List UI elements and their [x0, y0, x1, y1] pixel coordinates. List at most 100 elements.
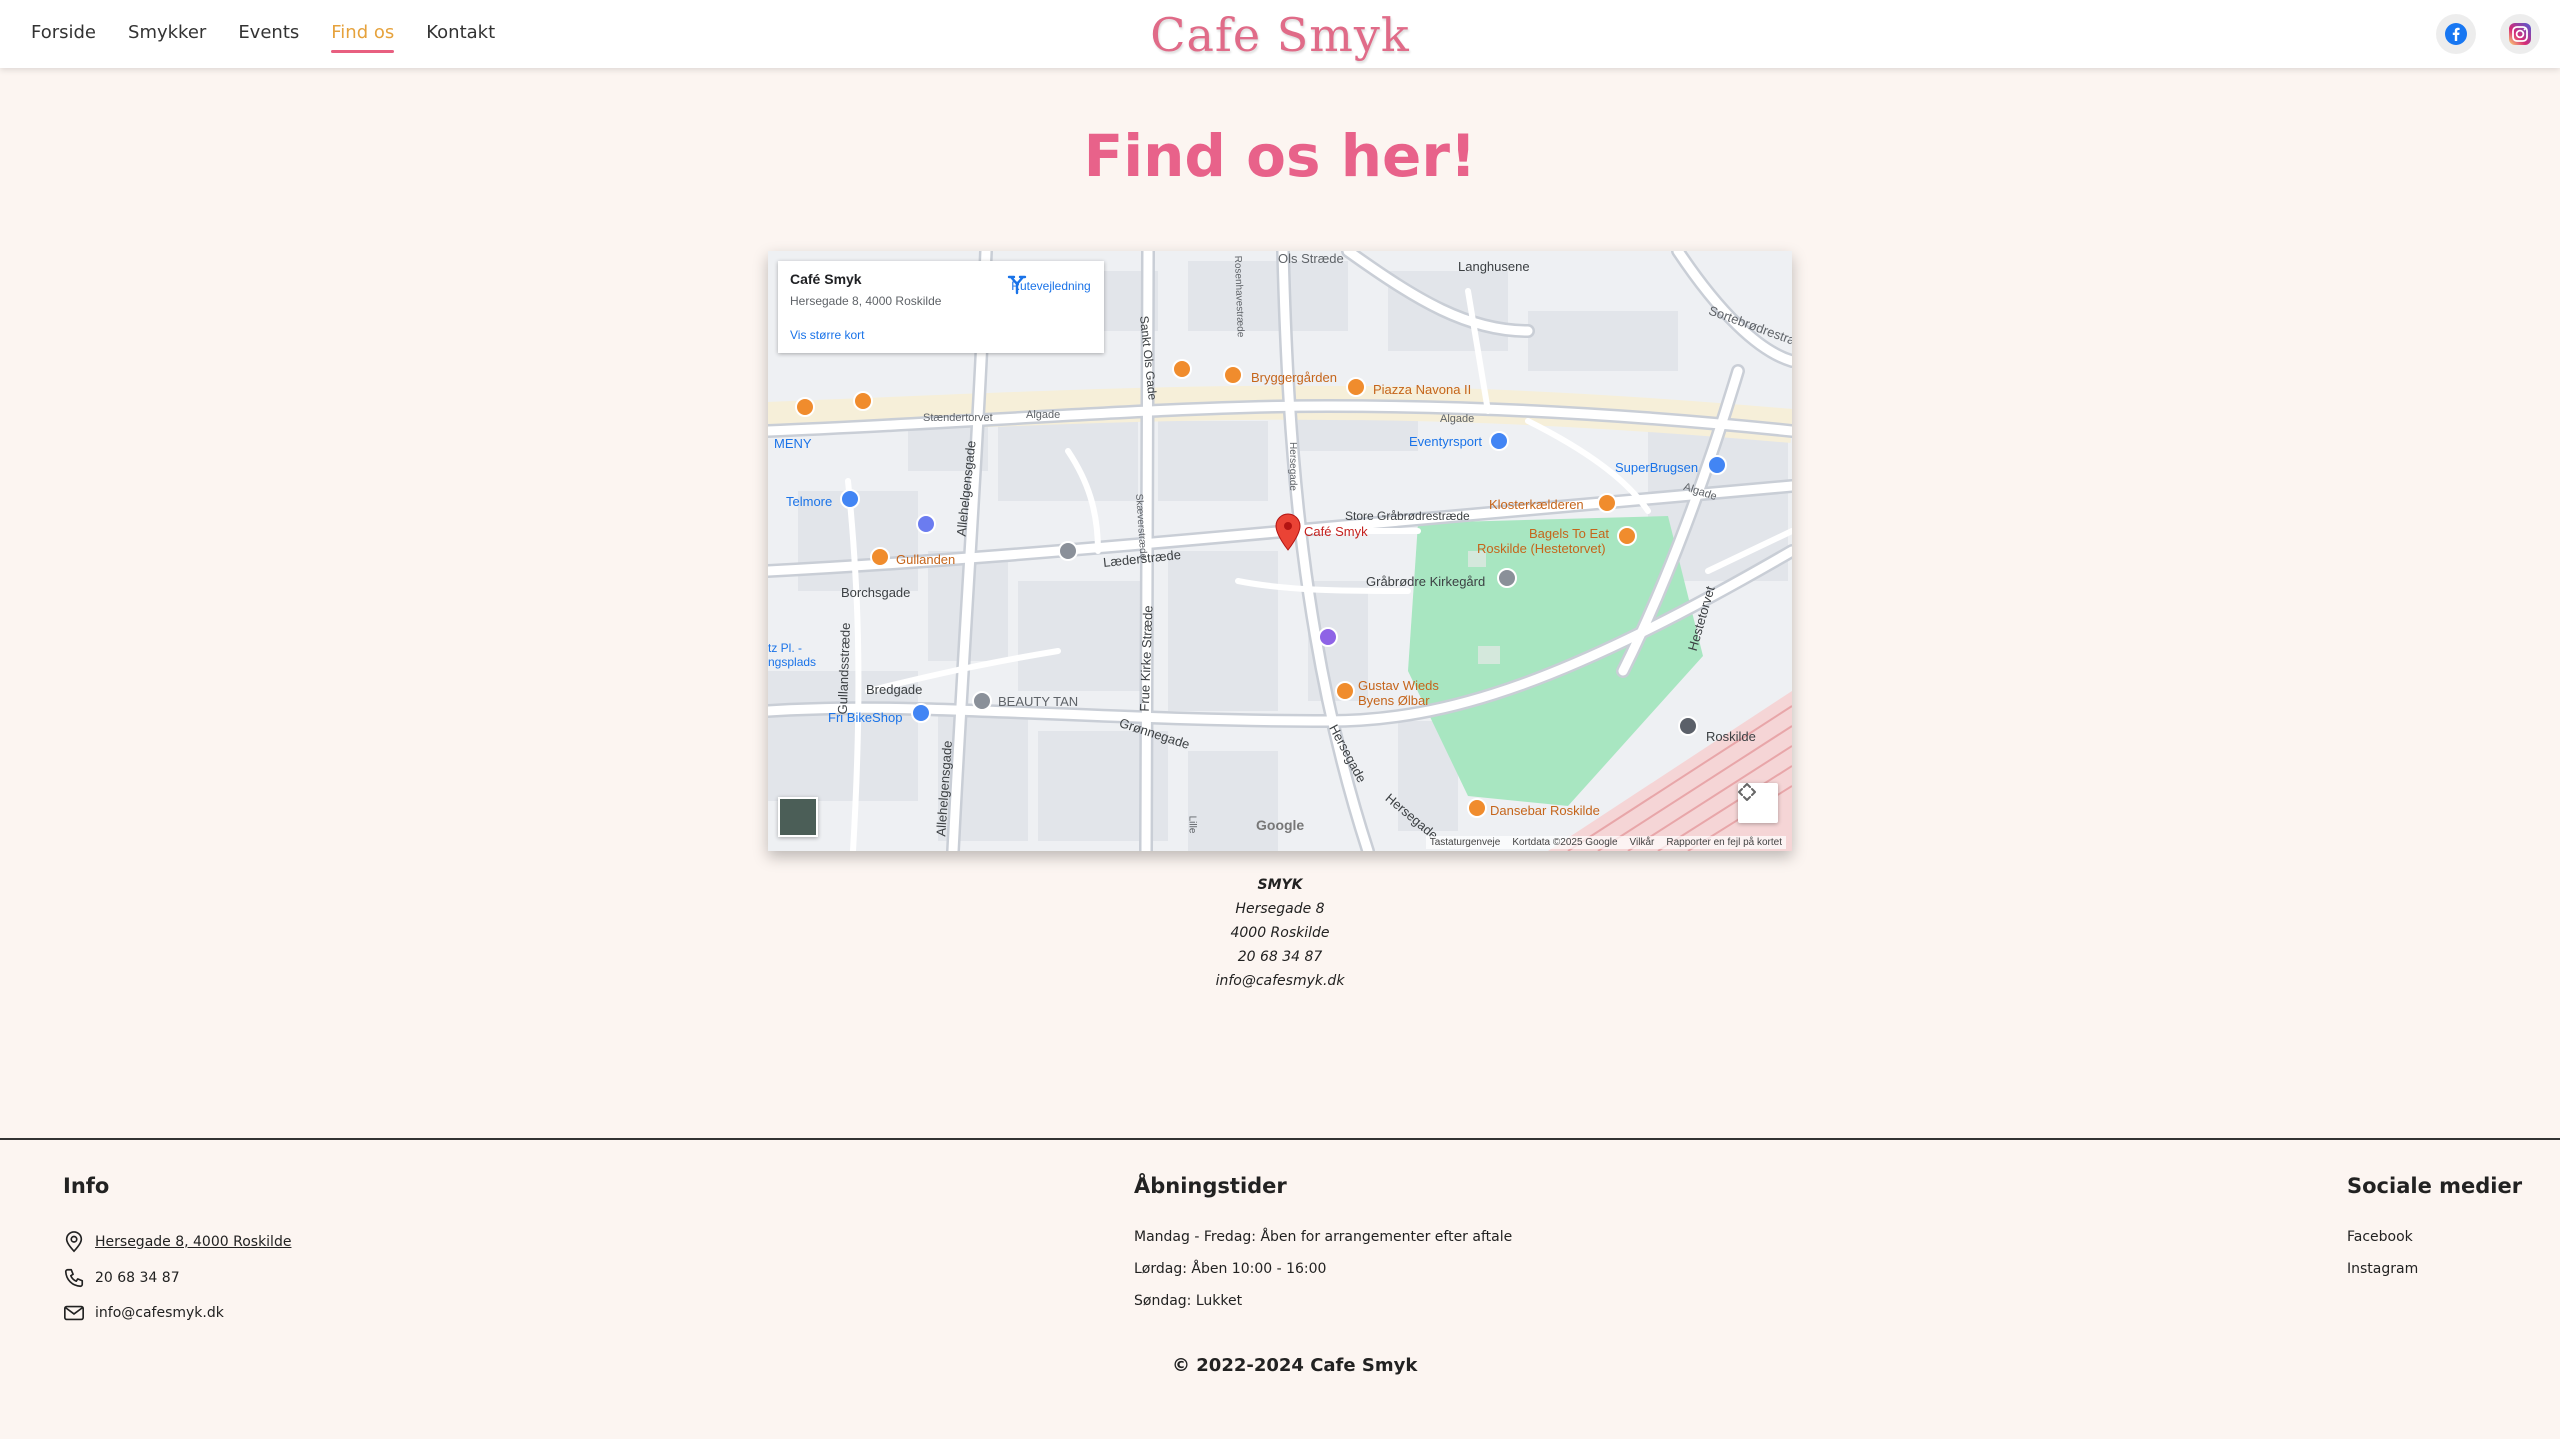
restaurant-pin-icon[interactable] — [1223, 365, 1243, 385]
map-label: Telmore — [786, 494, 833, 509]
map-label: Algade — [1440, 413, 1475, 425]
mail-icon — [64, 1305, 84, 1321]
nav-kontakt[interactable]: Kontakt — [426, 22, 495, 47]
bar-pin-icon[interactable] — [1467, 798, 1487, 818]
footer-hours-heading: Åbningstider — [1134, 1174, 1287, 1198]
map-label: Gråbrødre Kirkegård — [1366, 574, 1486, 589]
footer-social-heading: Sociale medier — [2347, 1174, 2523, 1198]
map-data-text: Kortdata ©2025 Google — [1512, 837, 1618, 848]
header-social — [2436, 14, 2540, 54]
shop-pin-icon[interactable] — [840, 489, 860, 509]
address-street: Hersegade 8 — [1235, 901, 1325, 917]
google-logo: Google — [1256, 817, 1305, 833]
cafe-pin-icon[interactable] — [1172, 359, 1192, 379]
phone-icon — [64, 1268, 84, 1288]
nav-smykker[interactable]: Smykker — [128, 22, 206, 47]
map-label: Stændertorvet — [923, 412, 993, 424]
map-label: Roskilde — [1706, 729, 1756, 744]
map-label: Dansebar Roskilde — [1490, 803, 1600, 818]
map-label: Gullandsstræde — [834, 622, 853, 715]
map-label: MENY — [774, 436, 812, 451]
shop-pin-icon[interactable] — [911, 703, 931, 723]
address-email: info@cafesmyk.dk — [1215, 973, 1345, 989]
copyright: © 2022-2024 Cafe Smyk — [1172, 1355, 1418, 1376]
restaurant-pin-icon[interactable] — [1346, 377, 1366, 397]
restaurant-pin-icon[interactable] — [795, 397, 815, 417]
map-label: Byens Ølbar — [1358, 693, 1430, 708]
nav-find-os[interactable]: Find os — [331, 22, 395, 53]
embedded-map[interactable]: Ols Stræde Langhusene Sortebrødrestræde … — [768, 251, 1792, 851]
location-icon — [65, 1231, 83, 1253]
site-header: Forside Smykker Events Find os Kontakt C… — [0, 0, 2560, 68]
landmark-pin-icon[interactable] — [1497, 568, 1517, 588]
facebook-button[interactable] — [2436, 14, 2476, 54]
map-label: Gullanden — [896, 552, 956, 567]
footer-instagram-link[interactable]: Instagram — [2347, 1261, 2418, 1277]
map-attribution: Tastaturgenveje Kortdata ©2025 Google Vi… — [1425, 836, 1786, 849]
restaurant-pin-icon[interactable] — [853, 391, 873, 411]
main-nav: Forside Smykker Events Find os Kontakt — [31, 0, 527, 68]
footer-address-link[interactable]: Hersegade 8, 4000 Roskilde — [95, 1234, 291, 1250]
map-label: Hersegade — [1286, 442, 1298, 491]
address-phone: 20 68 34 87 — [1237, 949, 1323, 965]
place-address: Hersegade 8, 4000 Roskilde — [790, 294, 942, 308]
footer-phone: 20 68 34 87 — [95, 1270, 180, 1286]
bar-pin-icon[interactable] — [1335, 681, 1355, 701]
map-label: BEAUTY TAN — [998, 694, 1079, 709]
shop-pin-icon[interactable] — [1489, 431, 1509, 451]
map-label: Café Smyk — [1304, 524, 1368, 539]
map-label: Roskilde (Hestetorvet) — [1477, 541, 1606, 556]
footer-email-row: info@cafesmyk.dk — [63, 1302, 224, 1324]
nav-events[interactable]: Events — [238, 22, 299, 47]
instagram-button[interactable] — [2500, 14, 2540, 54]
map-label: SuperBrugsen — [1615, 460, 1699, 475]
address-city: 4000 Roskilde — [1230, 925, 1330, 941]
hours-saturday: Lørdag: Åben 10:00 - 16:00 — [1134, 1261, 1327, 1277]
map-label: tz Pl. - ngsplads — [768, 641, 817, 669]
terms-link[interactable]: Vilkår — [1630, 837, 1655, 848]
larger-map-link[interactable]: Vis større kort — [790, 328, 864, 342]
directions-button[interactable]: Rutevejledning — [1006, 273, 1096, 295]
instagram-icon — [2509, 23, 2531, 45]
address-name: SMYK — [1257, 877, 1303, 893]
shop-pin-icon[interactable] — [1707, 455, 1727, 475]
hours-weekdays: Mandag - Fredag: Åben for arrangementer … — [1134, 1229, 1513, 1245]
bar-pin-icon[interactable] — [1597, 493, 1617, 513]
shop-pin-icon[interactable] — [972, 691, 992, 711]
footer-info-heading: Info — [63, 1174, 110, 1198]
map-label: Store Gråbrødrestræde — [1345, 509, 1470, 523]
restaurant-pin-icon[interactable] — [1617, 526, 1637, 546]
parking-pin-icon[interactable] — [916, 514, 936, 534]
map-label: Piazza Navona II — [1373, 382, 1472, 397]
map-label: Bredgade — [866, 682, 923, 697]
map-info-card: Café Smyk Hersegade 8, 4000 Roskilde Rut… — [778, 261, 1104, 353]
map-label: Gustav Wieds — [1358, 678, 1439, 693]
site-logo[interactable]: Cafe Smyk — [1150, 8, 1409, 62]
page-title: Find os her! — [1083, 122, 1477, 190]
hours-sunday: Søndag: Lukket — [1134, 1293, 1243, 1309]
place-name: Café Smyk — [790, 271, 862, 287]
map-label: Bryggergården — [1251, 370, 1337, 385]
map-label: Ols Stræde — [1278, 251, 1344, 266]
map-label: Algade — [1026, 409, 1061, 421]
keyboard-shortcuts-link[interactable]: Tastaturgenveje — [1430, 837, 1501, 848]
address-block: SMYK Hersegade 8 4000 Roskilde 20 68 34 … — [0, 873, 2560, 993]
fullscreen-button[interactable] — [1738, 783, 1778, 823]
location-pin-icon[interactable] — [1275, 513, 1301, 551]
map-label: Klosterkælderen — [1489, 497, 1584, 512]
facebook-icon — [2445, 23, 2467, 45]
landmark-pin-icon[interactable] — [1058, 541, 1078, 561]
place-pin-icon[interactable] — [1318, 627, 1338, 647]
report-error-link[interactable]: Rapporter en fejl på kortet — [1666, 837, 1782, 848]
footer-facebook-link[interactable]: Facebook — [2347, 1229, 2413, 1245]
bar-pin-icon[interactable] — [870, 547, 890, 567]
nav-forside[interactable]: Forside — [31, 22, 96, 47]
map-label: Borchsgade — [841, 585, 911, 600]
map-label: Langhusene — [1458, 259, 1530, 274]
train-station-icon[interactable] — [1678, 716, 1698, 736]
footer-address-row: Hersegade 8, 4000 Roskilde — [63, 1231, 291, 1253]
satellite-toggle-button[interactable] — [778, 797, 818, 837]
map-label: Eventyrsport — [1409, 434, 1482, 449]
map-label: Bagels To Eat — [1529, 526, 1609, 541]
footer-phone-row: 20 68 34 87 — [63, 1267, 180, 1289]
